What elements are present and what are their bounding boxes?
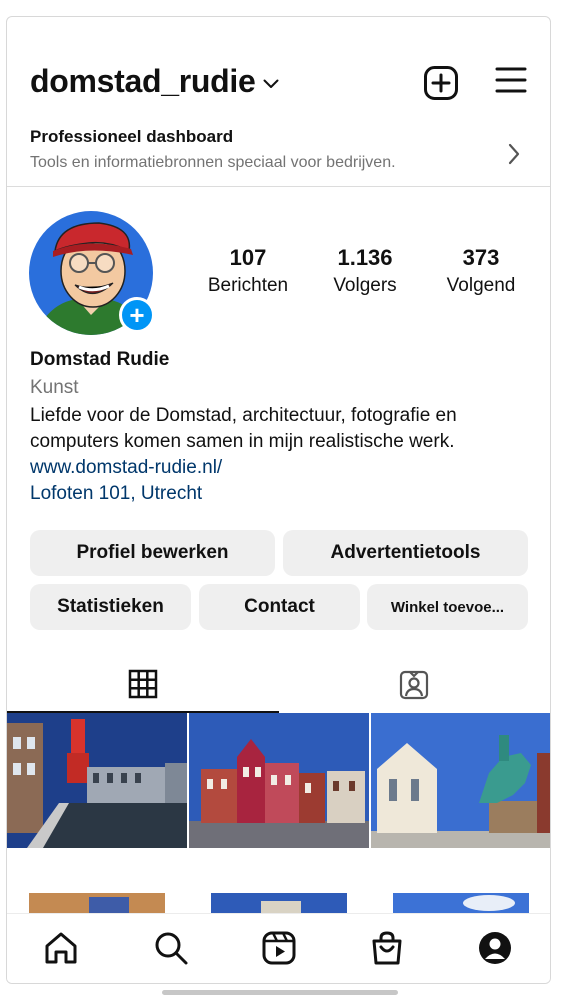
top-bar: domstad_rudie xyxy=(7,61,550,105)
stat-following[interactable]: 373 Volgend xyxy=(421,245,541,297)
post-thumbnail[interactable] xyxy=(371,713,550,848)
post-thumbnail[interactable] xyxy=(29,893,165,913)
bio-text-line-2: computers komen samen in mijn realistisc… xyxy=(30,431,455,452)
search-icon[interactable] xyxy=(153,930,189,966)
post-image xyxy=(393,893,529,913)
display-name: Domstad Rudie xyxy=(30,349,170,370)
stat-posts-value: 107 xyxy=(229,245,267,270)
post-thumbnail[interactable] xyxy=(211,893,347,913)
statistics-button[interactable]: Statistieken xyxy=(30,584,191,630)
username: domstad_rudie xyxy=(30,63,256,99)
post-image xyxy=(211,893,347,913)
chevron-down-icon xyxy=(263,79,279,88)
stat-posts[interactable]: 107 Berichten xyxy=(188,245,308,297)
stat-posts-label: Berichten xyxy=(207,275,289,296)
stat-following-label: Volgend xyxy=(446,275,516,296)
shop-icon[interactable] xyxy=(369,930,405,966)
chevron-right-icon xyxy=(508,143,520,165)
address-link[interactable]: Lofoten 101, Utrecht xyxy=(30,481,540,507)
dashboard-title: Professioneel dashboard xyxy=(30,127,234,146)
reels-icon[interactable] xyxy=(261,930,297,966)
grid-icon xyxy=(128,669,157,699)
category-label: Kunst xyxy=(30,377,79,398)
post-thumbnail[interactable] xyxy=(7,713,187,848)
post-image xyxy=(7,713,187,848)
add-story-button[interactable]: + xyxy=(119,297,155,333)
profile-tabs xyxy=(7,657,550,713)
add-square-icon[interactable] xyxy=(423,65,459,101)
stat-following-value: 373 xyxy=(462,245,500,270)
ad-tools-button[interactable]: Advertentietools xyxy=(283,530,528,576)
post-thumbnail[interactable] xyxy=(393,893,529,913)
bio-section: Domstad Rudie Kunst Liefde voor de Domst… xyxy=(30,349,540,507)
home-icon[interactable] xyxy=(43,930,79,966)
post-image xyxy=(189,713,369,848)
professional-dashboard-row[interactable]: Professioneel dashboard Tools en informa… xyxy=(7,121,550,187)
post-image xyxy=(371,713,550,848)
tab-posts-grid[interactable] xyxy=(7,657,279,713)
add-shop-button[interactable]: Winkel toevoe... xyxy=(367,584,528,630)
post-image xyxy=(29,893,165,913)
post-thumbnail[interactable] xyxy=(189,713,369,848)
home-indicator xyxy=(162,990,398,995)
phone-frame: domstad_rudie Professioneel dashboard To… xyxy=(6,16,551,984)
edit-profile-button[interactable]: Profiel bewerken xyxy=(30,530,275,576)
stat-followers[interactable]: 1.136 Volgers xyxy=(305,245,425,297)
bio-text-line-1: Liefde voor de Domstad, architectuur, fo… xyxy=(30,405,457,426)
profile-picture[interactable]: + xyxy=(29,211,155,337)
stat-followers-label: Volgers xyxy=(333,275,397,296)
dashboard-subtitle: Tools en informatiebronnen speciaal voor… xyxy=(30,154,396,171)
tagged-icon xyxy=(400,670,429,700)
bottom-navigation xyxy=(7,913,550,983)
profile-icon[interactable] xyxy=(477,930,513,966)
contact-button[interactable]: Contact xyxy=(199,584,360,630)
account-switcher[interactable]: domstad_rudie xyxy=(30,63,279,100)
hamburger-menu-icon[interactable] xyxy=(495,65,527,95)
stat-followers-value: 1.136 xyxy=(337,245,393,270)
tab-tagged[interactable] xyxy=(279,657,551,713)
website-link[interactable]: www.domstad-rudie.nl/ xyxy=(30,455,540,481)
